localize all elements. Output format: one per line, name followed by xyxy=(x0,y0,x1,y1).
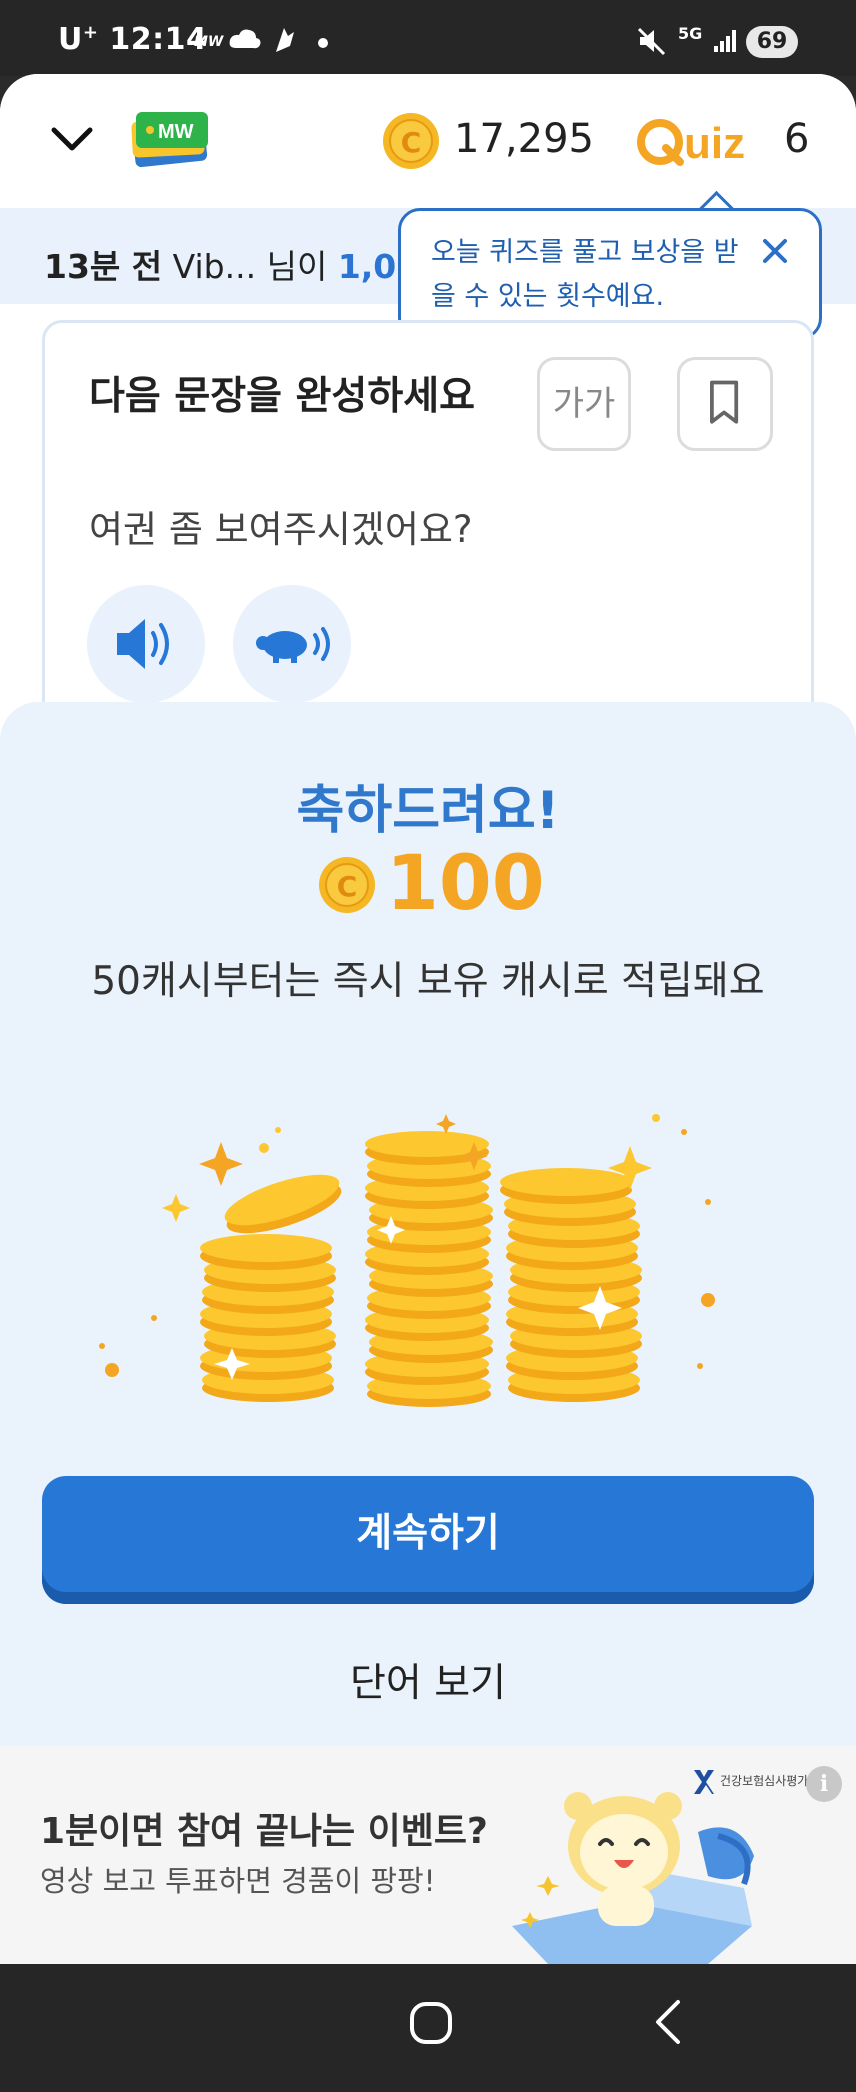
tiger-mascot-illustration xyxy=(512,1792,754,1964)
congrats-title: 축하드려요! xyxy=(296,781,560,841)
bookmark-icon xyxy=(710,380,739,424)
home-icon[interactable] xyxy=(406,1998,456,2048)
turtle-speaker-icon xyxy=(256,627,330,663)
play-audio-button[interactable] xyxy=(87,585,205,703)
continue-button[interactable]: 계속하기 xyxy=(42,1476,814,1604)
ticker-text: 13분 전 Vib... 님이 1,0 xyxy=(44,247,397,286)
notification-icon xyxy=(276,28,294,52)
notification-dot-icon xyxy=(318,38,328,48)
view-words-button[interactable]: 단어 보기 xyxy=(0,1652,856,1708)
quiz-logo[interactable]: uiz xyxy=(636,114,774,170)
coin-balance: 17,295 xyxy=(454,116,594,162)
svg-text:C: C xyxy=(337,870,358,903)
coin-icon: C xyxy=(319,857,375,913)
mw-notification-icon: MW xyxy=(194,34,224,50)
system-nav-bar xyxy=(0,1964,856,2092)
svg-text:uiz: uiz xyxy=(684,119,745,168)
bookmark-button[interactable] xyxy=(677,357,773,451)
battery-indicator: 69 xyxy=(746,26,798,58)
back-icon[interactable] xyxy=(650,1996,686,2048)
play-slow-audio-button[interactable] xyxy=(233,585,351,703)
signal-icon xyxy=(714,30,736,52)
quiz-question-title: 다음 문장을 완성하세요 xyxy=(89,374,475,419)
coin-stacks-illustration xyxy=(99,1114,715,1407)
ad-subtitle: 영상 보고 투표하면 경품이 팡팡! xyxy=(40,1864,436,1898)
close-icon[interactable] xyxy=(757,233,793,269)
tooltip-text: 오늘 퀴즈를 풀고 보상을 받을 수 있는 횟수예요. xyxy=(431,237,739,312)
coin-icon: C xyxy=(383,113,439,169)
chevron-down-icon[interactable] xyxy=(48,122,96,158)
status-time: U+ 12:14 xyxy=(58,22,208,57)
mute-icon xyxy=(637,27,666,56)
network-indicator: 5G xyxy=(678,24,703,43)
app-header: MW C 17,295 uiz 6 xyxy=(0,74,856,208)
ad-title: 1분이면 참여 끝나는 이벤트? xyxy=(40,1811,488,1852)
ad-banner[interactable]: 1분이면 참여 끝나는 이벤트? 영상 보고 투표하면 경품이 팡팡! 건강보험… xyxy=(0,1746,856,1964)
app-window: MW C 17,295 uiz 6 13분 전 Vib... 님이 1,0 오늘… xyxy=(0,74,856,1964)
reward-amount: 100 xyxy=(386,838,545,927)
svg-text:MW: MW xyxy=(158,121,194,143)
svg-text:C: C xyxy=(401,126,422,159)
cloud-icon xyxy=(229,29,261,49)
reward-description: 50캐시부터는 즉시 보유 캐시로 적립돼요 xyxy=(91,959,765,1004)
reward-amount-row: C 100 xyxy=(0,838,856,927)
quiz-sentence: 여권 좀 보여주시겠어요? xyxy=(89,508,473,551)
font-size-button[interactable]: 가가 xyxy=(537,357,631,451)
ad-info-icon[interactable]: i xyxy=(806,1766,842,1802)
status-bar: U+ 12:14 MW 5G 69 xyxy=(0,0,856,76)
app-logo: MW xyxy=(131,112,208,168)
quiz-remaining-count: 6 xyxy=(784,116,810,162)
speaker-icon xyxy=(117,619,169,669)
